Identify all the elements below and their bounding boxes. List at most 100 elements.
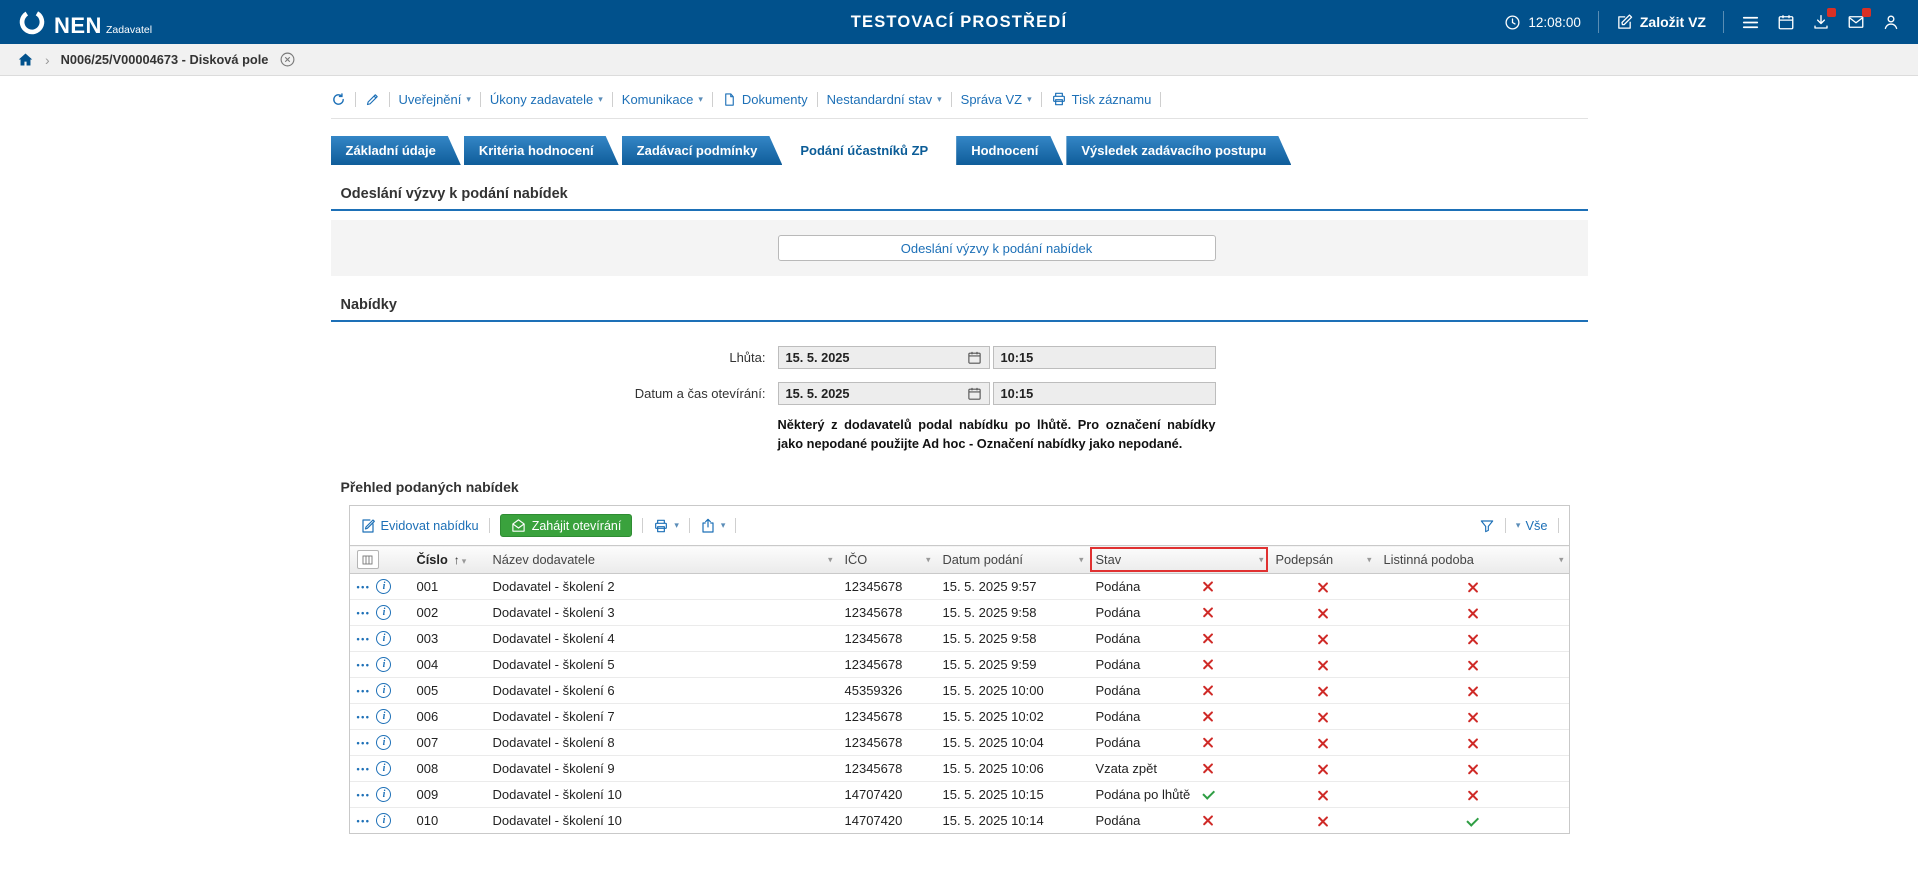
filter-button[interactable] (1479, 518, 1495, 534)
offer-row[interactable]: ••• i 002 Dodavatel - školení 3 12345678… (350, 600, 1569, 626)
tab-zakladni-udaje[interactable]: Základní údaje (331, 136, 461, 165)
row-menu-button[interactable]: ••• (357, 816, 371, 826)
menu-ukony-zadavatele[interactable]: Úkony zadavatele ▾ (490, 92, 603, 107)
info-icon[interactable]: i (376, 657, 391, 672)
filter-vse-dropdown[interactable]: ▾ Vše (1516, 518, 1548, 533)
refresh-button[interactable] (331, 92, 346, 107)
row-menu-button[interactable]: ••• (357, 764, 371, 774)
header-stav[interactable]: Stav ▾ (1089, 546, 1269, 574)
info-icon[interactable]: i (376, 683, 391, 698)
listinna-podoba-mark (1466, 711, 1479, 724)
messages-button[interactable] (1847, 13, 1865, 31)
row-menu-button[interactable]: ••• (357, 712, 371, 722)
stav-mark (1202, 736, 1215, 749)
info-icon[interactable]: i (376, 735, 391, 750)
header-podepsan[interactable]: Podepsán ▾ (1269, 546, 1377, 574)
row-menu-button[interactable]: ••• (357, 582, 371, 592)
menu-komunikace[interactable]: Komunikace ▾ (622, 92, 703, 107)
row-menu-button[interactable]: ••• (357, 634, 371, 644)
calendar-icon[interactable] (967, 350, 982, 365)
offer-row[interactable]: ••• i 004 Dodavatel - školení 5 12345678… (350, 652, 1569, 678)
edit-record-button[interactable] (365, 92, 380, 107)
logo-text: NEN (54, 15, 102, 37)
offer-row[interactable]: ••• i 007 Dodavatel - školení 8 12345678… (350, 730, 1569, 756)
oteviranie-date-field[interactable] (778, 382, 990, 405)
offer-row[interactable]: ••• i 009 Dodavatel - školení 10 1470742… (350, 782, 1569, 808)
filter-caret-icon[interactable]: ▾ (1079, 554, 1084, 565)
offer-row[interactable]: ••• i 003 Dodavatel - školení 4 12345678… (350, 626, 1569, 652)
oteviranie-time-input[interactable] (1001, 386, 1208, 401)
header-datum-podani[interactable]: Datum podání ▾ (936, 546, 1089, 574)
info-icon[interactable]: i (376, 813, 391, 828)
row-menu-button[interactable]: ••• (357, 686, 371, 696)
info-icon[interactable]: i (376, 631, 391, 646)
tab-podani-ucastniku-zp[interactable]: Podání účastníků ZP (785, 136, 953, 165)
offer-row[interactable]: ••• i 001 Dodavatel - školení 2 12345678… (350, 574, 1569, 600)
nen-logo[interactable]: NEN Zadavatel (18, 8, 152, 37)
offer-row[interactable]: ••• i 010 Dodavatel - školení 10 1470742… (350, 808, 1569, 834)
offer-row[interactable]: ••• i 006 Dodavatel - školení 7 12345678… (350, 704, 1569, 730)
menu-nestandardni-stav[interactable]: Nestandardní stav ▾ (827, 92, 942, 107)
filter-caret-icon[interactable]: ▾ (462, 556, 467, 566)
oteviranie-date-input[interactable] (786, 386, 963, 401)
odeslani-vyzvy-button[interactable]: Odeslání výzvy k podání nabídek (778, 235, 1216, 261)
header-ico[interactable]: IČO ▾ (838, 546, 936, 574)
filter-caret-icon[interactable]: ▾ (828, 554, 833, 565)
row-menu-button[interactable]: ••• (357, 608, 371, 618)
cell-podepsan (1269, 756, 1377, 782)
row-menu-button[interactable]: ••• (357, 790, 371, 800)
zahajit-oteviranie-button[interactable]: Zahájit otevírání (500, 514, 633, 537)
filter-caret-icon[interactable]: ▾ (1259, 554, 1264, 565)
lhuta-date-field[interactable] (778, 346, 990, 369)
menu-dokumenty[interactable]: Dokumenty (722, 92, 808, 107)
tab-vysledek-zadavaciho-postupu[interactable]: Výsledek zadávacího postupu (1066, 136, 1291, 165)
filter-caret-icon[interactable]: ▾ (1367, 554, 1372, 565)
hamburger-icon (1741, 13, 1760, 32)
header-listinna-podoba[interactable]: Listinná podoba ▾ (1377, 546, 1569, 574)
lhuta-time-field[interactable] (993, 346, 1216, 369)
lhuta-time-input[interactable] (1001, 350, 1208, 365)
server-clock: 12:08:00 (1504, 14, 1581, 31)
menu-button[interactable] (1741, 13, 1760, 32)
info-icon[interactable]: i (376, 787, 391, 802)
divider (735, 518, 736, 533)
calendar-icon[interactable] (967, 386, 982, 401)
vyzva-action-band: Odeslání výzvy k podání nabídek (331, 220, 1588, 276)
home-button[interactable] (17, 51, 34, 68)
chevron-down-icon: ▾ (466, 95, 471, 104)
filter-caret-icon[interactable]: ▾ (926, 554, 931, 565)
info-icon[interactable]: i (376, 761, 391, 776)
breadcrumb-item[interactable]: N006/25/V00004673 - Disková pole (61, 52, 269, 67)
downloads-button[interactable] (1812, 13, 1830, 31)
export-table-button[interactable]: ▾ (700, 518, 726, 534)
info-icon[interactable]: i (376, 579, 391, 594)
tab-kriteria-hodnoceni[interactable]: Kritéria hodnocení (464, 136, 619, 165)
breadcrumb-close-button[interactable] (279, 51, 296, 68)
profile-button[interactable] (1882, 13, 1900, 31)
oteviranie-time-field[interactable] (993, 382, 1216, 405)
print-table-button[interactable]: ▾ (653, 518, 679, 534)
offer-row[interactable]: ••• i 005 Dodavatel - školení 6 45359326… (350, 678, 1569, 704)
stav-text: Podána (1096, 735, 1202, 750)
info-icon[interactable]: i (376, 709, 391, 724)
cell-listinna-podoba (1377, 600, 1569, 626)
lhuta-date-input[interactable] (786, 350, 963, 365)
tab-hodnoceni[interactable]: Hodnocení (956, 136, 1063, 165)
downloads-badge (1827, 8, 1836, 17)
tab-zadavaci-podminky[interactable]: Zadávací podmínky (622, 136, 783, 165)
calendar-button[interactable] (1777, 13, 1795, 31)
header-cislo[interactable]: Číslo↑▾ (410, 546, 486, 574)
filter-caret-icon[interactable]: ▾ (1559, 554, 1564, 565)
menu-sprava-vz[interactable]: Správa VZ ▾ (961, 92, 1032, 107)
evidovat-nabidku-button[interactable]: Evidovat nabídku (360, 518, 479, 534)
column-chooser-button[interactable] (357, 550, 379, 569)
offer-row[interactable]: ••• i 008 Dodavatel - školení 9 12345678… (350, 756, 1569, 782)
header-nazev-dodavatele[interactable]: Název dodavatele ▾ (486, 546, 838, 574)
row-menu-button[interactable]: ••• (357, 660, 371, 670)
menu-tisk-zaznamu[interactable]: Tisk záznamu (1051, 91, 1152, 107)
divider (817, 92, 818, 107)
create-vz-button[interactable]: Založit VZ (1616, 14, 1706, 31)
info-icon[interactable]: i (376, 605, 391, 620)
menu-uverejneni[interactable]: Uveřejnění ▾ (399, 92, 471, 107)
row-menu-button[interactable]: ••• (357, 738, 371, 748)
